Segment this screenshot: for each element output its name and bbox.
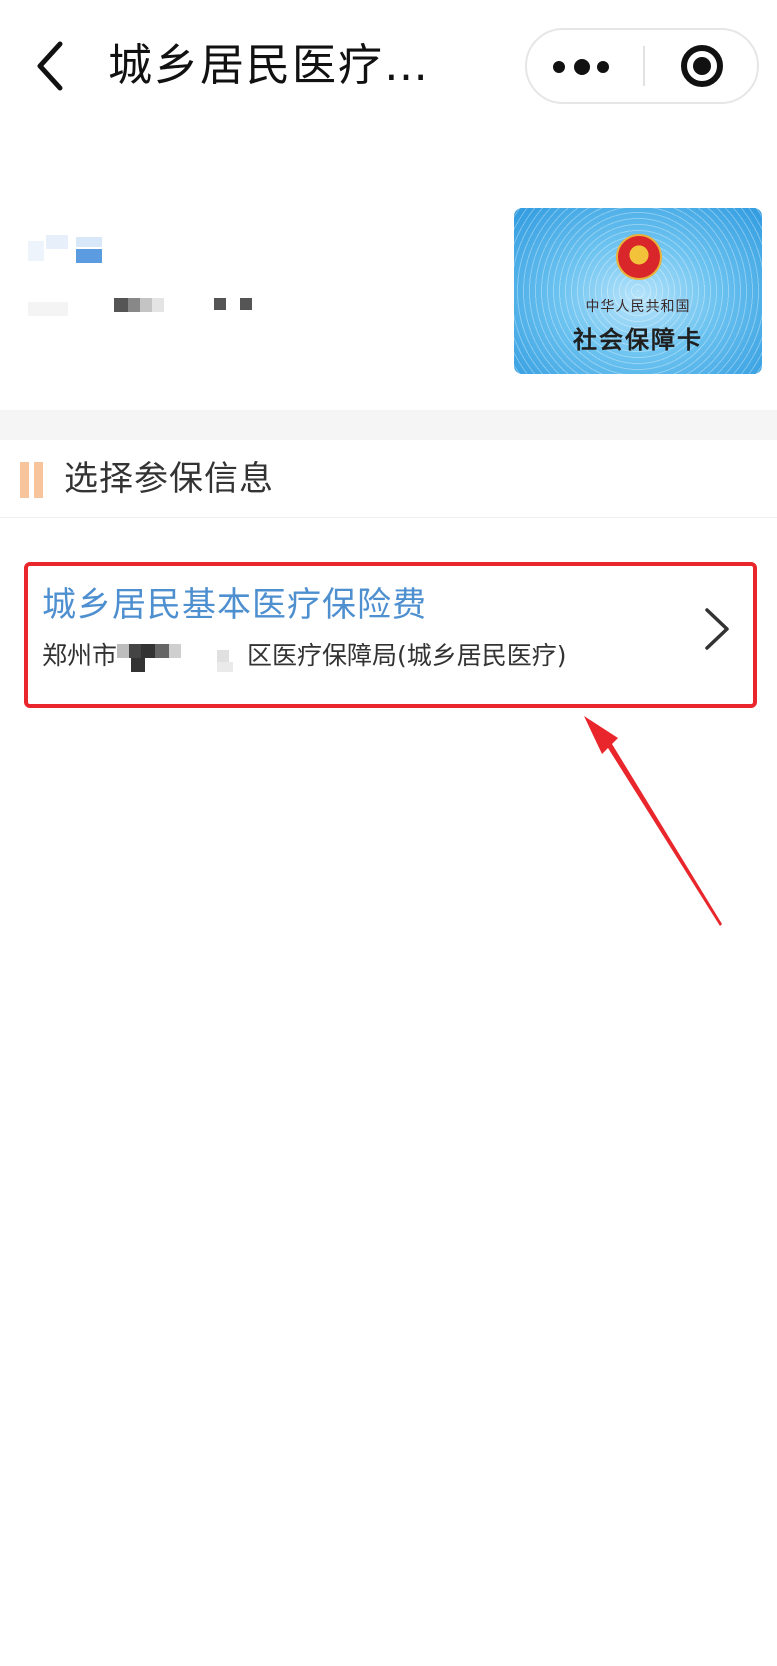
section-gap [0, 410, 777, 440]
navbar: 城乡居民医疗… [0, 0, 777, 130]
section-header: 选择参保信息 [0, 440, 777, 518]
chevron-left-icon [37, 41, 63, 91]
mini-program-capsule [525, 28, 759, 104]
redacted-district [117, 642, 247, 672]
insurance-title: 城乡居民基本医疗保险费 [42, 585, 427, 625]
profile-section: 中华人民共和国 社会保障卡 [0, 130, 777, 410]
insurance-subtitle: 郑州市 区医疗保障局(城乡居民医疗) [42, 638, 567, 674]
insurance-item[interactable]: 城乡居民基本医疗保险费 郑州市 区医疗保障局(城乡居民医疗) [24, 562, 757, 708]
section-title: 选择参保信息 [64, 459, 274, 499]
insurance-subtitle-prefix: 郑州市 [42, 641, 118, 670]
card-title-text: 社会保障卡 [573, 326, 703, 354]
social-security-card: 中华人民共和国 社会保障卡 [514, 208, 762, 374]
redacted-id-number [28, 298, 278, 320]
page-title: 城乡居民医疗… [108, 40, 430, 91]
more-dot [597, 61, 609, 73]
section-accent-icon [20, 462, 44, 498]
target-close-icon-dot [693, 57, 711, 75]
more-dots-icon [553, 61, 565, 73]
more-button[interactable] [527, 30, 643, 102]
redacted-user-name [28, 235, 118, 265]
red-arrow-icon [584, 716, 722, 926]
chevron-right-icon [705, 608, 729, 650]
insurance-subtitle-suffix: 区医疗保障局(城乡居民医疗) [247, 641, 567, 670]
back-button[interactable] [30, 38, 80, 94]
card-country-text: 中华人民共和国 [585, 299, 691, 315]
national-emblem-icon [616, 234, 662, 280]
more-dot [574, 59, 590, 75]
close-mini-program-button[interactable] [645, 30, 759, 102]
